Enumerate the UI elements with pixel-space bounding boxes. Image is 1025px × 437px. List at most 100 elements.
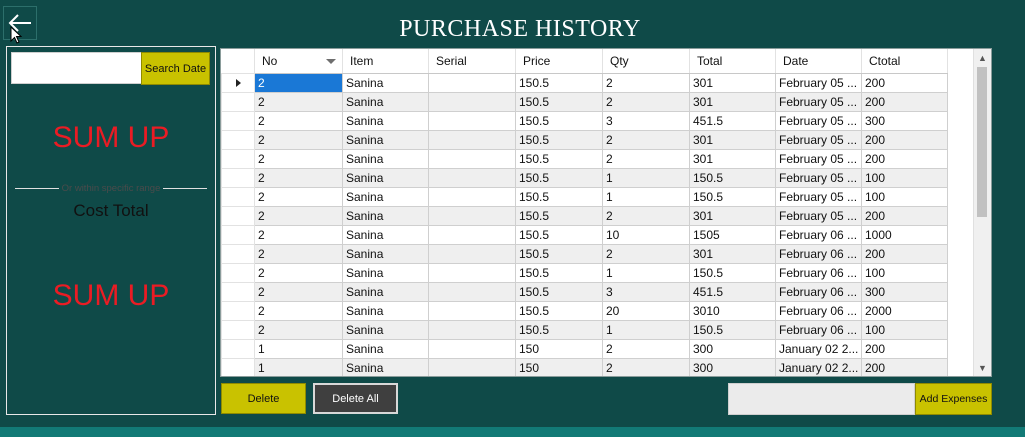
- cell-item[interactable]: Sanina: [342, 187, 429, 207]
- cell-qty[interactable]: 20: [602, 301, 690, 321]
- cell-no[interactable]: 2: [254, 282, 343, 302]
- add-expenses-button[interactable]: Add Expenses: [915, 383, 992, 415]
- table-row[interactable]: 2 Sanina 150.5 1 150.5 February 06 ... 100: [221, 263, 948, 283]
- cell-no[interactable]: 2: [254, 111, 343, 131]
- cell-no[interactable]: 2: [254, 130, 343, 150]
- cell-ctotal[interactable]: 200: [861, 206, 948, 226]
- cell-price[interactable]: 150.5: [515, 320, 603, 340]
- cell-date[interactable]: February 05 ...: [775, 111, 862, 131]
- cell-qty[interactable]: 2: [602, 73, 690, 93]
- row-header[interactable]: [221, 187, 255, 207]
- row-header[interactable]: [221, 73, 255, 93]
- table-row[interactable]: 2 Sanina 150.5 2 301 February 05 ... 200: [221, 206, 948, 226]
- cell-total[interactable]: 300: [689, 358, 776, 376]
- cell-item[interactable]: Sanina: [342, 301, 429, 321]
- cell-date[interactable]: February 05 ...: [775, 92, 862, 112]
- cell-serial[interactable]: [428, 263, 516, 283]
- cell-ctotal[interactable]: 200: [861, 339, 948, 359]
- delete-all-button[interactable]: Delete All: [313, 383, 398, 414]
- cell-qty[interactable]: 2: [602, 92, 690, 112]
- cell-price[interactable]: 150.5: [515, 111, 603, 131]
- cell-serial[interactable]: [428, 358, 516, 376]
- table-row[interactable]: 2 Sanina 150.5 2 301 February 05 ... 200: [221, 130, 948, 150]
- cell-qty[interactable]: 2: [602, 358, 690, 376]
- cell-qty[interactable]: 1: [602, 168, 690, 188]
- cell-no[interactable]: 1: [254, 358, 343, 376]
- cell-ctotal[interactable]: 100: [861, 168, 948, 188]
- table-row[interactable]: 1 Sanina 150 2 300 January 02 2... 200: [221, 339, 948, 359]
- cell-item[interactable]: Sanina: [342, 244, 429, 264]
- table-row[interactable]: 1 Sanina 150 2 300 January 02 2... 200: [221, 358, 948, 376]
- cell-serial[interactable]: [428, 206, 516, 226]
- cell-ctotal[interactable]: 200: [861, 92, 948, 112]
- cell-total[interactable]: 451.5: [689, 282, 776, 302]
- row-header[interactable]: [221, 282, 255, 302]
- cell-total[interactable]: 3010: [689, 301, 776, 321]
- cell-price[interactable]: 150.5: [515, 301, 603, 321]
- cell-no[interactable]: 2: [254, 187, 343, 207]
- row-header[interactable]: [221, 263, 255, 283]
- table-row[interactable]: 2 Sanina 150.5 3 451.5 February 05 ... 300: [221, 111, 948, 131]
- cell-qty[interactable]: 3: [602, 111, 690, 131]
- cell-no[interactable]: 2: [254, 225, 343, 245]
- cell-item[interactable]: Sanina: [342, 263, 429, 283]
- cell-ctotal[interactable]: 100: [861, 320, 948, 340]
- cell-date[interactable]: January 02 2...: [775, 358, 862, 376]
- cell-item[interactable]: Sanina: [342, 358, 429, 376]
- cell-item[interactable]: Sanina: [342, 282, 429, 302]
- cell-price[interactable]: 150.5: [515, 263, 603, 283]
- cell-date[interactable]: February 05 ...: [775, 206, 862, 226]
- cell-item[interactable]: Sanina: [342, 130, 429, 150]
- cell-no[interactable]: 2: [254, 149, 343, 169]
- cell-date[interactable]: February 05 ...: [775, 149, 862, 169]
- cell-ctotal[interactable]: 200: [861, 244, 948, 264]
- scroll-up-icon[interactable]: ▲: [974, 49, 991, 66]
- row-header[interactable]: [221, 92, 255, 112]
- cell-qty[interactable]: 1: [602, 320, 690, 340]
- cell-item[interactable]: Sanina: [342, 92, 429, 112]
- row-header[interactable]: [221, 111, 255, 131]
- cell-price[interactable]: 150.5: [515, 282, 603, 302]
- cell-date[interactable]: February 05 ...: [775, 130, 862, 150]
- cell-serial[interactable]: [428, 301, 516, 321]
- cell-item[interactable]: Sanina: [342, 320, 429, 340]
- cell-serial[interactable]: [428, 130, 516, 150]
- column-header-no[interactable]: No: [254, 49, 343, 74]
- cell-qty[interactable]: 2: [602, 244, 690, 264]
- row-header[interactable]: [221, 244, 255, 264]
- row-header[interactable]: [221, 301, 255, 321]
- delete-button[interactable]: Delete: [221, 383, 306, 414]
- table-row[interactable]: 2 Sanina 150.5 1 150.5 February 06 ... 100: [221, 320, 948, 340]
- cell-item[interactable]: Sanina: [342, 73, 429, 93]
- row-header[interactable]: [221, 320, 255, 340]
- table-row[interactable]: 2 Sanina 150.5 2 301 February 05 ... 200: [221, 73, 948, 93]
- cell-serial[interactable]: [428, 73, 516, 93]
- scroll-down-icon[interactable]: ▼: [974, 359, 991, 376]
- row-header[interactable]: [221, 358, 255, 376]
- cell-serial[interactable]: [428, 225, 516, 245]
- cell-no[interactable]: 1: [254, 339, 343, 359]
- cell-serial[interactable]: [428, 244, 516, 264]
- cell-ctotal[interactable]: 100: [861, 263, 948, 283]
- cell-item[interactable]: Sanina: [342, 339, 429, 359]
- cell-date[interactable]: February 06 ...: [775, 244, 862, 264]
- cell-total[interactable]: 150.5: [689, 187, 776, 207]
- cell-qty[interactable]: 2: [602, 206, 690, 226]
- table-row[interactable]: 2 Sanina 150.5 1 150.5 February 05 ... 100: [221, 168, 948, 188]
- cell-price[interactable]: 150.5: [515, 168, 603, 188]
- vertical-scrollbar[interactable]: ▲ ▼: [973, 49, 991, 376]
- scrollbar-thumb[interactable]: [977, 67, 987, 217]
- purchase-history-grid[interactable]: No Item Serial Price Qty Total Date Ctot…: [220, 48, 992, 377]
- expense-input[interactable]: [728, 383, 915, 415]
- cell-date[interactable]: February 05 ...: [775, 73, 862, 93]
- table-row[interactable]: 2 Sanina 150.5 20 3010 February 06 ... 2000: [221, 301, 948, 321]
- column-header-qty[interactable]: Qty: [602, 49, 690, 74]
- cell-serial[interactable]: [428, 149, 516, 169]
- table-row[interactable]: 2 Sanina 150.5 3 451.5 February 06 ... 300: [221, 282, 948, 302]
- cell-ctotal[interactable]: 200: [861, 73, 948, 93]
- cell-date[interactable]: February 05 ...: [775, 187, 862, 207]
- cell-date[interactable]: February 05 ...: [775, 168, 862, 188]
- cell-date[interactable]: February 06 ...: [775, 320, 862, 340]
- cell-no[interactable]: 2: [254, 206, 343, 226]
- cell-price[interactable]: 150: [515, 339, 603, 359]
